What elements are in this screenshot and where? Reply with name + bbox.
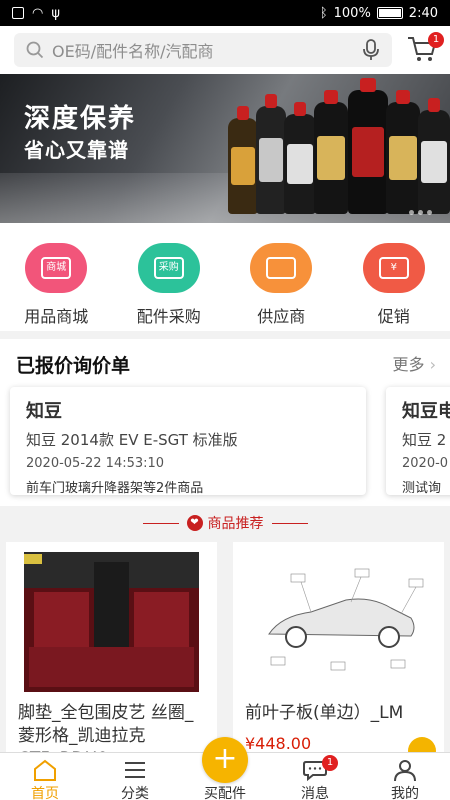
- banner-title: 深度保养: [24, 104, 137, 134]
- tab-category[interactable]: 分类: [90, 753, 180, 800]
- product-price: ¥448.00: [245, 734, 312, 753]
- bluetooth-icon: ᛒ: [319, 5, 328, 21]
- plus-icon: +: [202, 737, 248, 783]
- promo-banner[interactable]: 深度保养 省心又靠谱: [0, 74, 450, 223]
- search-icon: [26, 41, 44, 59]
- tab-home[interactable]: 首页: [0, 753, 90, 800]
- recommend-header: ❤ 商品推荐: [0, 506, 450, 540]
- tab-label: 我的: [391, 786, 419, 800]
- search-placeholder: OE码/配件名称/汽配商: [52, 42, 214, 61]
- more-link[interactable]: 更多 ›: [392, 351, 436, 375]
- divider: [271, 522, 308, 524]
- search-header: OE码/配件名称/汽配商 1: [0, 26, 450, 74]
- tab-label: 买配件: [204, 786, 246, 800]
- home-icon: [34, 759, 56, 781]
- promo-icon: ¥: [362, 243, 425, 293]
- card-parts: 前车门玻璃升降器架等2件商品: [26, 481, 204, 496]
- card-date: 2020-05-22 14:53:10: [26, 456, 165, 471]
- quoted-inquiries-section: 已报价询价单 更多 › 知豆 知豆 2014款 EV E-SGT 标准版 202…: [0, 339, 450, 506]
- quick-nav-label: 配件采购: [136, 307, 201, 326]
- quick-nav: 商城 用品商城 采购 配件采购 供应商 ¥ 促销: [0, 223, 450, 331]
- user-icon: [394, 760, 416, 782]
- card-brand: 知豆电: [402, 401, 450, 422]
- card-brand: 知豆: [26, 401, 62, 422]
- card-parts: 测试询: [402, 481, 442, 496]
- bottom-tab-bar: 首页 分类 + 买配件 1 消息 我的: [0, 737, 450, 800]
- supplier-icon: [250, 243, 313, 293]
- quick-nav-mall[interactable]: 商城 用品商城: [0, 223, 113, 331]
- quick-nav-supplier[interactable]: 供应商: [225, 223, 338, 331]
- usb-icon: ψ: [51, 5, 60, 21]
- recommend-title: 商品推荐: [207, 516, 264, 532]
- microphone-icon[interactable]: [362, 39, 380, 61]
- product-name: 前叶子板(单边）_LM: [245, 703, 404, 723]
- product-bottles-image: [210, 78, 450, 214]
- status-bar: ◠ ψ ᛒ 100% 2:40: [0, 0, 450, 26]
- product-image-fender-diagram: [251, 552, 426, 692]
- heart-icon: ❤: [186, 515, 203, 531]
- notification-icon: [12, 7, 24, 19]
- quick-nav-promo[interactable]: ¥ 促销: [338, 223, 450, 331]
- mall-icon: 商城: [25, 243, 88, 293]
- purchase-icon: 采购: [137, 243, 200, 293]
- wifi-icon: ◠: [32, 5, 44, 21]
- battery-icon: [376, 7, 403, 19]
- section-title: 已报价询价单: [16, 355, 131, 377]
- divider: [142, 522, 179, 524]
- search-input[interactable]: OE码/配件名称/汽配商: [14, 33, 392, 67]
- product-image-floor-mat: [24, 552, 199, 692]
- cart-badge: 1: [428, 32, 444, 48]
- tab-buy-parts[interactable]: + 买配件: [180, 737, 270, 800]
- product-card[interactable]: 脚垫_全包围皮艺 丝圈_菱形格_凯迪拉克CT5_RDH0: [6, 542, 217, 762]
- inquiry-card[interactable]: 知豆电 知豆 2 2020-0 测试询: [386, 387, 450, 496]
- list-icon: [125, 762, 145, 778]
- product-card[interactable]: 前叶子板(单边）_LM ¥448.00: [233, 542, 444, 762]
- tab-label: 首页: [31, 786, 59, 800]
- tab-profile[interactable]: 我的: [360, 753, 450, 800]
- battery-percent: 100%: [333, 5, 371, 21]
- quick-nav-purchase[interactable]: 采购 配件采购: [113, 223, 226, 331]
- clock: 2:40: [408, 5, 438, 21]
- banner-pager: [409, 210, 432, 215]
- card-date: 2020-0: [402, 456, 449, 471]
- banner-subtitle: 省心又靠谱: [24, 138, 129, 162]
- quick-nav-label: 用品商城: [24, 307, 89, 326]
- cart-button[interactable]: 1: [406, 32, 444, 66]
- message-badge: 1: [322, 755, 338, 771]
- quick-nav-label: 供应商: [257, 307, 306, 326]
- inquiry-card[interactable]: 知豆 知豆 2014款 EV E-SGT 标准版 2020-05-22 14:5…: [10, 387, 366, 496]
- tab-label: 消息: [301, 786, 329, 800]
- tab-label: 分类: [121, 786, 149, 800]
- card-model: 知豆 2014款 EV E-SGT 标准版: [26, 431, 238, 449]
- chevron-right-icon: ›: [429, 355, 436, 374]
- tab-messages[interactable]: 1 消息: [270, 753, 360, 800]
- card-model: 知豆 2: [402, 431, 447, 449]
- quick-nav-label: 促销: [377, 307, 410, 326]
